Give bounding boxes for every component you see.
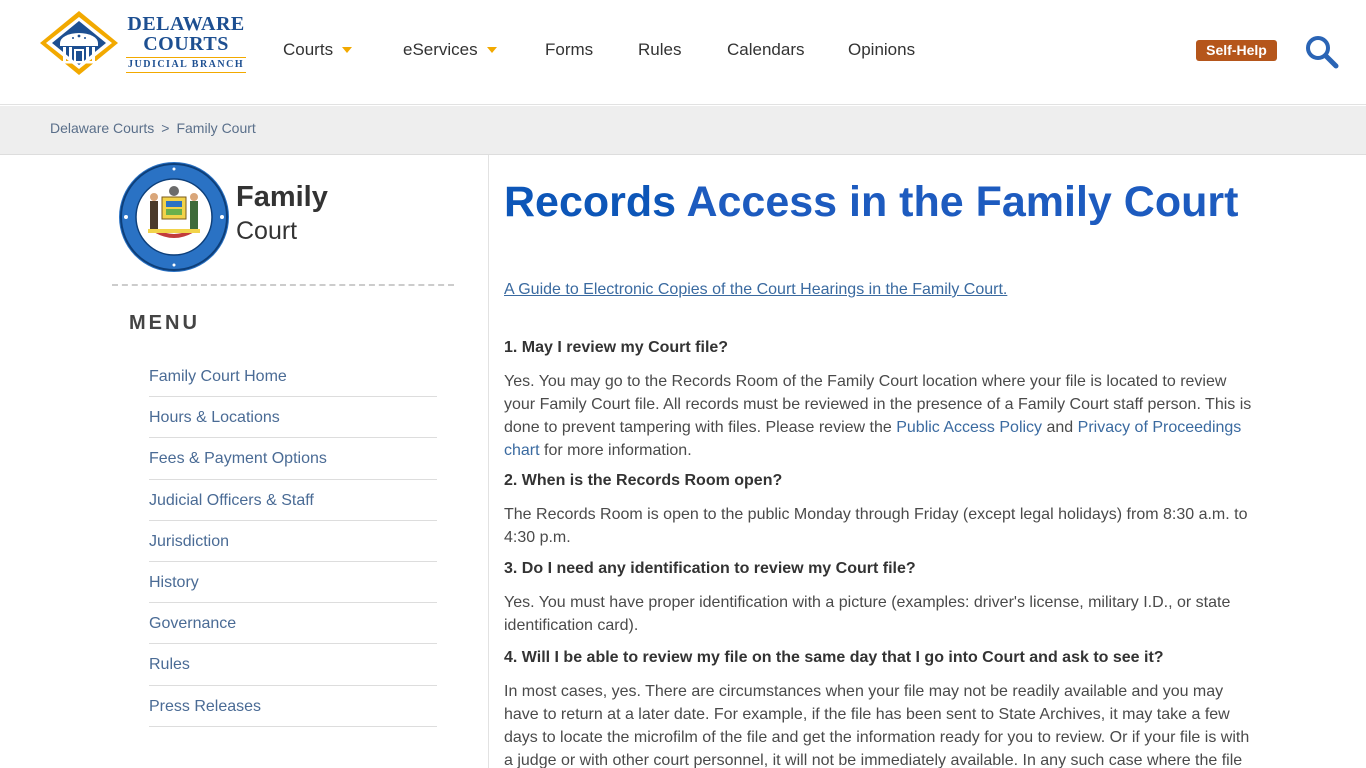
delaware-courts-logo[interactable]: DELAWARE COURTS JUDICIAL BRANCH <box>38 8 253 78</box>
breadcrumb-family-court[interactable]: Family Court <box>176 120 255 136</box>
sidebar-link-fees-payment[interactable]: Fees & Payment Options <box>149 450 327 468</box>
sidebar-item-rules: Rules <box>149 644 437 686</box>
breadcrumb-separator: > <box>161 120 170 136</box>
site-header: DELAWARE COURTS JUDICIAL BRANCH Courts e… <box>0 0 1366 105</box>
nav-item-eservices[interactable]: eServices <box>403 38 497 62</box>
sidebar-link-jurisdiction[interactable]: Jurisdiction <box>149 533 229 551</box>
sidebar: Family Court MENU Family Court Home Hour… <box>112 156 454 768</box>
faq-item-4: 4. Will I be able to review my file on t… <box>504 647 1256 768</box>
court-name-court: Court <box>236 217 298 245</box>
courthouse-logo-icon <box>40 11 118 75</box>
sidebar-link-family-court-home[interactable]: Family Court Home <box>149 368 287 386</box>
menu-title: MENU <box>129 312 200 334</box>
search-button[interactable] <box>1303 33 1339 69</box>
faq-question: 2. When is the Records Room open? <box>504 472 783 489</box>
breadcrumb-bar: Delaware Courts > Family Court <box>0 106 1366 155</box>
page-title: Records Access in the Family Court <box>504 174 1238 230</box>
sidebar-link-history[interactable]: History <box>149 574 199 592</box>
page-title-bold: Records <box>504 178 677 226</box>
faq-item-1: 1. May I review my Court file? Yes. You … <box>504 337 1256 462</box>
faq-question: 4. Will I be able to review my file on t… <box>504 649 1164 666</box>
sidebar-link-governance[interactable]: Governance <box>149 615 236 633</box>
sidebar-item-history: History <box>149 562 437 604</box>
sidebar-item-hours-locations: Hours & Locations <box>149 397 437 439</box>
page-title-rest: Access in the Family Court <box>686 178 1239 226</box>
court-name: Family Court <box>236 180 328 248</box>
sidebar-item-jurisdiction: Jurisdiction <box>149 521 437 562</box>
caret-down-icon <box>486 46 497 53</box>
electronic-copies-guide-link[interactable]: A Guide to Electronic Copies of the Cour… <box>504 281 1007 299</box>
sidebar-item-press-releases: Press Releases <box>149 686 437 727</box>
nav-item-forms[interactable]: Forms <box>545 38 593 62</box>
sidebar-link-judicial-officers[interactable]: Judicial Officers & Staff <box>149 492 314 510</box>
sidebar-item-family-court-home: Family Court Home <box>149 356 437 398</box>
faq-item-2: 2. When is the Records Room open? The Re… <box>504 470 1256 549</box>
caret-down-icon <box>342 46 353 53</box>
breadcrumb-delaware-courts[interactable]: Delaware Courts <box>50 120 154 136</box>
nav-item-rules[interactable]: Rules <box>638 38 681 62</box>
breadcrumb: Delaware Courts > Family Court <box>50 120 256 136</box>
sidebar-item-judicial-officers: Judicial Officers & Staff <box>149 480 437 521</box>
faq-answer: Yes. You must have proper identification… <box>504 594 1231 634</box>
sidebar-link-rules[interactable]: Rules <box>149 656 190 674</box>
sidebar-link-press-releases[interactable]: Press Releases <box>149 698 261 716</box>
faq-answer: The Records Room is open to the public M… <box>504 506 1248 546</box>
family-court-seal-icon <box>119 162 229 272</box>
logo-text-delaware: DELAWARE <box>127 12 245 35</box>
faq-question: 1. May I review my Court file? <box>504 339 729 356</box>
nav-item-calendars[interactable]: Calendars <box>727 38 805 62</box>
logo-text-judicial-branch: JUDICIAL BRANCH <box>126 56 247 73</box>
logo-text-courts: COURTS <box>143 32 229 55</box>
sidebar-menu: Family Court Home Hours & Locations Fees… <box>149 356 437 727</box>
self-help-button[interactable]: Self-Help <box>1196 40 1277 61</box>
content-divider <box>488 155 489 768</box>
sidebar-link-hours-locations[interactable]: Hours & Locations <box>149 409 280 427</box>
faq-answer: Yes. You may go to the Records Room of t… <box>504 373 1252 459</box>
family-court-seal[interactable] <box>118 161 230 273</box>
court-name-family: Family <box>236 181 328 213</box>
sidebar-divider <box>112 284 454 286</box>
nav-item-opinions[interactable]: Opinions <box>848 38 915 62</box>
search-icon <box>1306 36 1339 69</box>
faq-question: 3. Do I need any identification to revie… <box>504 560 916 577</box>
faq-answer: In most cases, yes. There are circumstan… <box>504 683 1250 768</box>
sidebar-item-governance: Governance <box>149 603 437 645</box>
nav-item-courts[interactable]: Courts <box>283 38 353 62</box>
sidebar-item-fees-payment: Fees & Payment Options <box>149 438 437 480</box>
faq-item-3: 3. Do I need any identification to revie… <box>504 558 1256 637</box>
public-access-policy-link[interactable]: Public Access Policy <box>896 419 1042 436</box>
